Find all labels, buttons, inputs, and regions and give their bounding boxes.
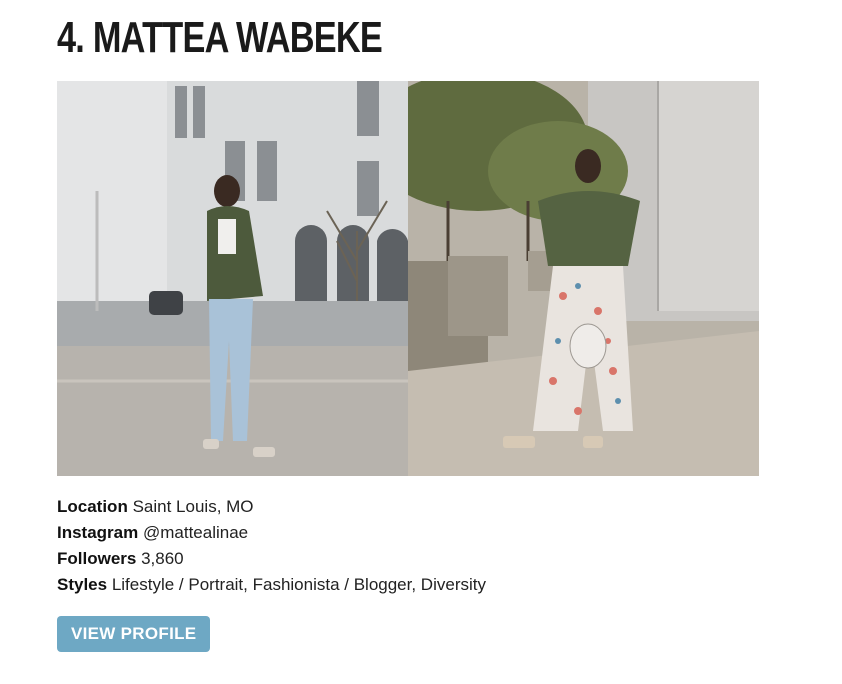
location-row: Location Saint Louis, MO — [57, 494, 486, 520]
location-value: Saint Louis, MO — [132, 497, 254, 516]
location-label: Location — [57, 497, 128, 516]
followers-label: Followers — [57, 549, 137, 568]
styles-row: Styles Lifestyle / Portrait, Fashionista… — [57, 572, 486, 598]
followers-row: Followers 3,860 — [57, 546, 486, 572]
followers-value: 3,860 — [141, 549, 184, 568]
instagram-label: Instagram — [57, 523, 139, 542]
view-profile-button[interactable]: VIEW PROFILE — [57, 616, 211, 652]
page: 4. MATTEA WABEKE Location Saint Louis, M… — [0, 0, 842, 684]
profile-title: 4. MATTEA WABEKE — [57, 13, 383, 62]
photo-gallery — [57, 81, 759, 476]
photo-street-bomber-jacket[interactable] — [57, 81, 408, 476]
photo-plaza-floral-pants[interactable] — [408, 81, 759, 476]
instagram-value: @mattealinae — [142, 523, 249, 542]
styles-value: Lifestyle / Portrait, Fashionista / Blog… — [111, 575, 486, 594]
instagram-row: Instagram @mattealinae — [57, 520, 486, 546]
profile-details: Location Saint Louis, MO Instagram @matt… — [57, 494, 486, 598]
styles-label: Styles — [57, 575, 108, 594]
